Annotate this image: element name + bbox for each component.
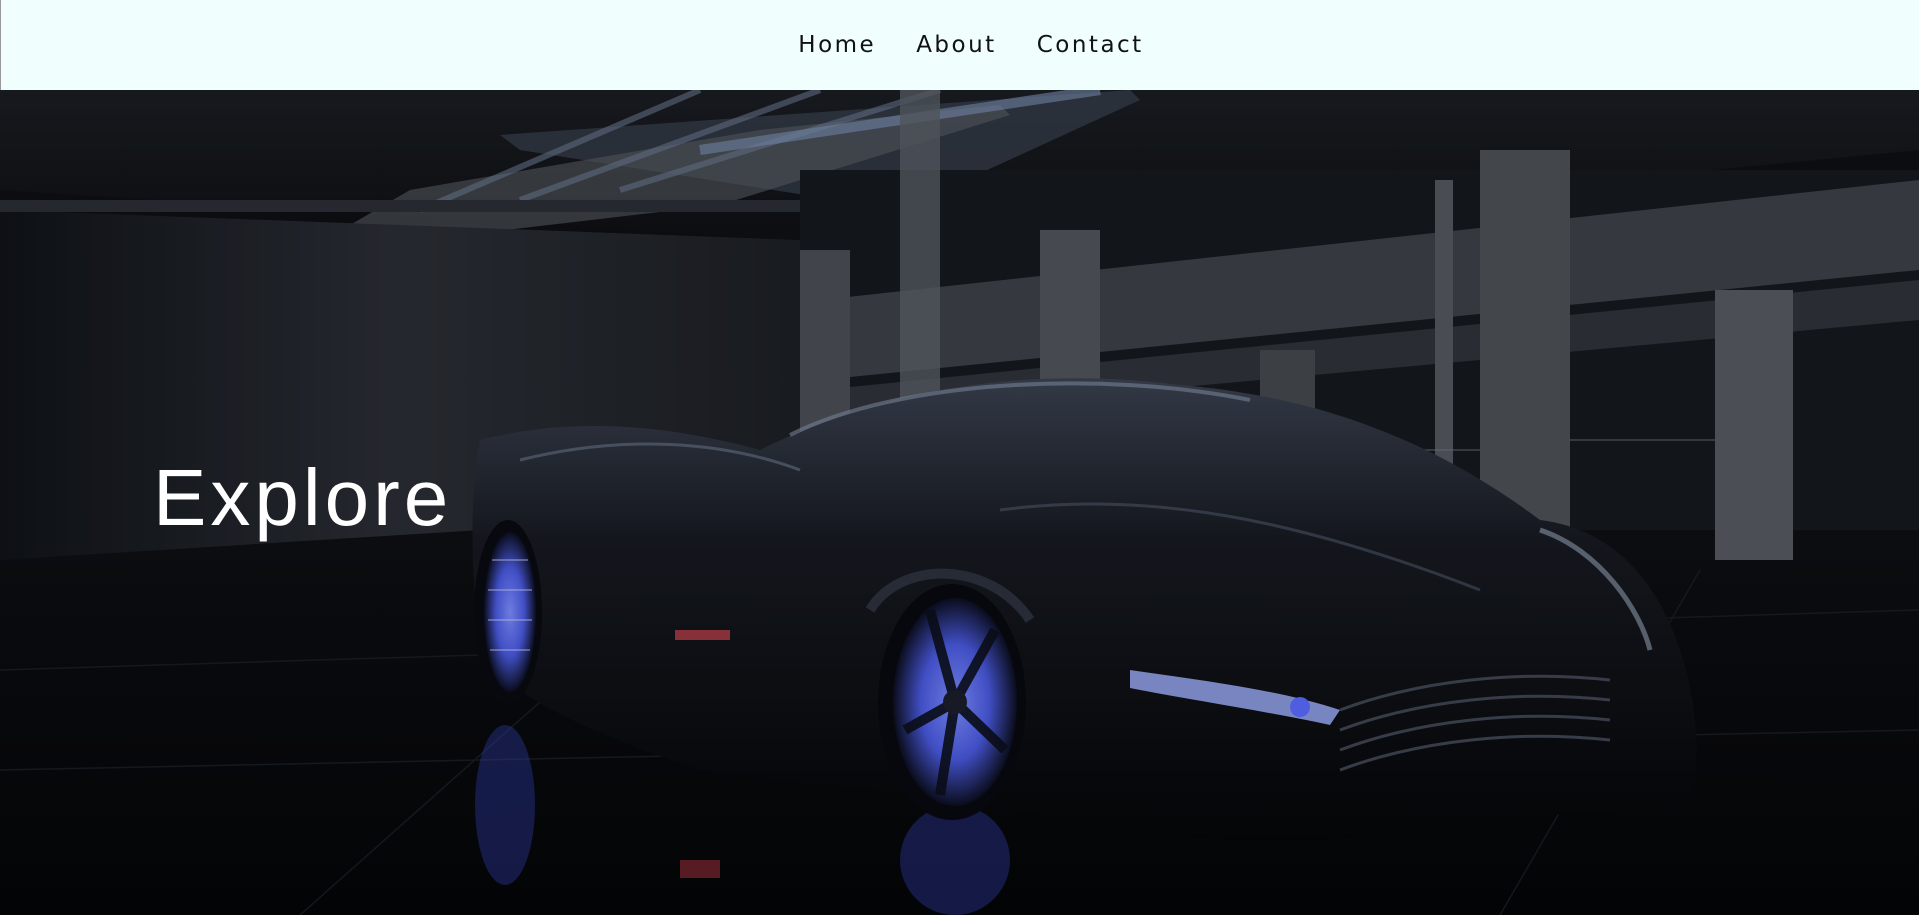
hero-title: Explore [153, 453, 453, 542]
nav-links: Home About Contact [798, 32, 1143, 58]
page: Home About Contact Explore [0, 0, 1919, 915]
hero-section: Explore [0, 90, 1919, 915]
nav-home-link[interactable]: Home [798, 32, 876, 58]
nav-about-link[interactable]: About [916, 32, 997, 58]
top-navbar: Home About Contact [0, 0, 1919, 90]
nav-contact-link[interactable]: Contact [1037, 32, 1144, 58]
